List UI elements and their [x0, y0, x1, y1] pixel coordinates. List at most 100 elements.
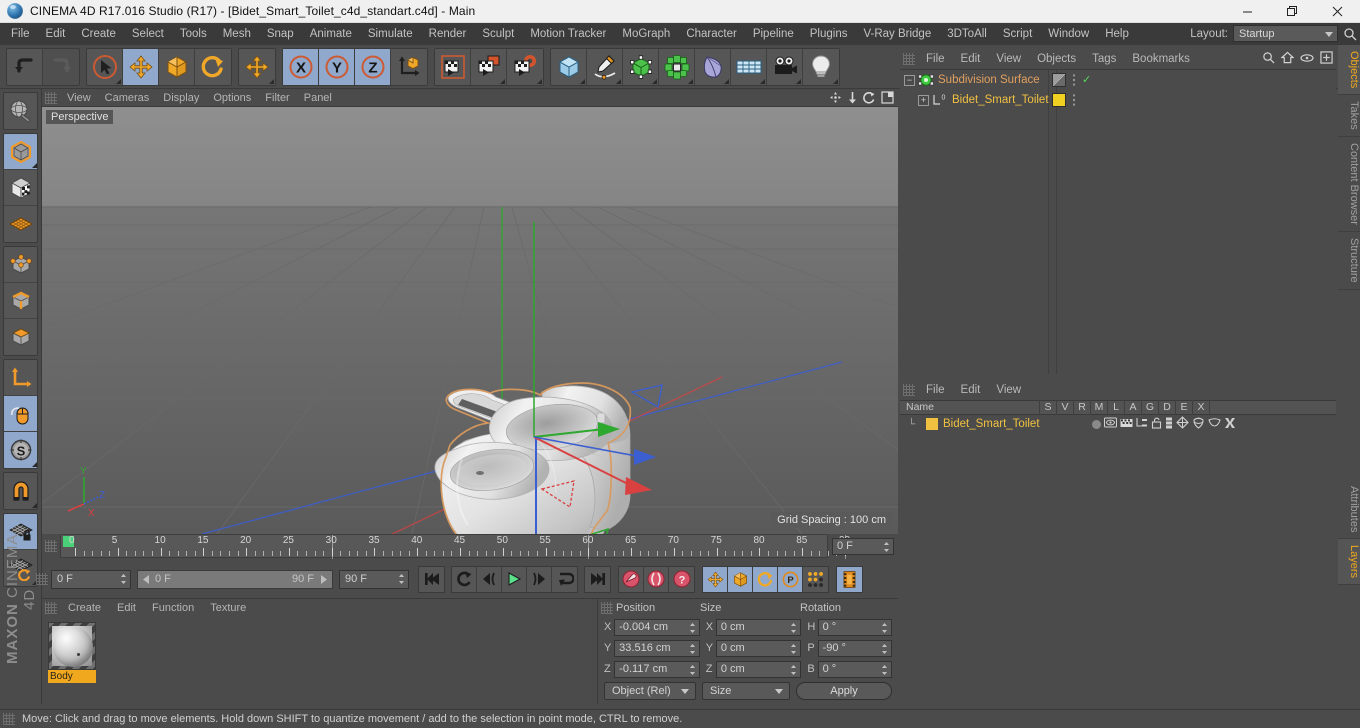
move-tool-button[interactable]	[123, 48, 159, 85]
spinner-icon[interactable]	[398, 573, 405, 585]
rotate-view-icon[interactable]	[863, 91, 876, 107]
spinner-icon[interactable]	[881, 622, 888, 634]
menu-item-snap[interactable]: Snap	[259, 23, 302, 45]
vtab-objects[interactable]: Objects	[1338, 45, 1360, 96]
vtab-layers[interactable]: Layers	[1338, 539, 1360, 586]
range-left-arrow-icon[interactable]	[141, 574, 152, 585]
position-input[interactable]: 33.516 cm	[614, 639, 700, 657]
size-input[interactable]: 0 cm	[715, 618, 802, 636]
coord-size-dropdown[interactable]: Size	[702, 682, 790, 700]
panel-grip-icon[interactable]	[45, 602, 57, 614]
viewport-menu-cameras[interactable]: Cameras	[98, 89, 157, 107]
render-settings-button[interactable]	[507, 48, 543, 85]
plus-box-icon[interactable]	[1320, 51, 1333, 67]
make-editable-button[interactable]	[4, 93, 37, 129]
menu-item-sculpt[interactable]: Sculpt	[474, 23, 522, 45]
object-name[interactable]: Bidet_Smart_Toilet	[952, 94, 1049, 106]
enabled-check-icon[interactable]: ✓	[1082, 74, 1091, 86]
minimize-button[interactable]	[1225, 0, 1270, 23]
select-tool-button[interactable]	[87, 48, 123, 85]
menu-item-file[interactable]: File	[3, 23, 38, 45]
play-loop-button[interactable]	[552, 566, 577, 592]
panel-grip-icon[interactable]	[3, 713, 15, 725]
tree-expand-toggle[interactable]: −	[904, 74, 915, 86]
tree-expand-toggle[interactable]: +	[918, 94, 929, 106]
render-view-button[interactable]	[435, 48, 471, 85]
material-menu-function[interactable]: Function	[144, 599, 202, 617]
layer-column-x[interactable]: X	[1193, 400, 1210, 415]
layer-column-m[interactable]: M	[1091, 400, 1108, 415]
spinner-icon[interactable]	[689, 664, 696, 676]
lock-icon[interactable]	[1151, 417, 1162, 432]
object-tree-row[interactable]: − Subdivision Surface ✓	[900, 70, 1336, 90]
primitive-cube-button[interactable]	[551, 48, 587, 85]
layer-menu-edit[interactable]: Edit	[953, 380, 989, 400]
panel-grip-icon[interactable]	[903, 53, 915, 65]
light-button[interactable]	[803, 48, 839, 85]
material-preview[interactable]	[48, 622, 96, 670]
workplane-button[interactable]	[4, 473, 37, 509]
visibility-dots-icon[interactable]	[1069, 93, 1079, 107]
menu-item-motion-tracker[interactable]: Motion Tracker	[522, 23, 614, 45]
current-frame-input[interactable]: 0 F	[51, 569, 131, 589]
range-right-arrow-icon[interactable]	[318, 574, 329, 585]
animation-icon[interactable]	[1165, 417, 1173, 432]
timeline-frame-field[interactable]: 0 F	[832, 537, 894, 555]
deformer-button[interactable]	[695, 48, 731, 85]
model-mode-button[interactable]	[4, 134, 37, 170]
menu-item-animate[interactable]: Animate	[302, 23, 360, 45]
key-rotation-button[interactable]	[753, 566, 778, 592]
object-menu-file[interactable]: File	[918, 49, 953, 69]
step-forward-button[interactable]	[527, 566, 552, 592]
lock-y-button[interactable]: Y	[319, 48, 355, 85]
subdivision-surface-icon[interactable]	[918, 73, 934, 87]
layer-column-e[interactable]: E	[1176, 400, 1193, 415]
eye-icon[interactable]	[1300, 53, 1314, 66]
xpresso-icon[interactable]	[1224, 417, 1236, 432]
viewport-3d[interactable]: Perspective Grid Spacing : 100 cm Y X Z	[42, 107, 898, 534]
home-icon[interactable]	[1280, 51, 1295, 67]
viewport-solo-button[interactable]	[4, 396, 37, 432]
object-menu-bookmarks[interactable]: Bookmarks	[1124, 49, 1198, 69]
vtab-structure[interactable]: Structure	[1338, 231, 1360, 290]
layer-color-swatch[interactable]	[926, 418, 938, 430]
spinner-icon[interactable]	[689, 643, 696, 655]
menu-item-3dtoall[interactable]: 3DToAll	[939, 23, 995, 45]
object-tag-icon[interactable]	[1052, 73, 1066, 87]
menu-item-plugins[interactable]: Plugins	[802, 23, 856, 45]
key-scale-button[interactable]	[728, 566, 753, 592]
material-menu-texture[interactable]: Texture	[202, 599, 254, 617]
spinner-icon[interactable]	[883, 541, 890, 553]
layer-column-d[interactable]: D	[1159, 400, 1176, 415]
render-icon[interactable]	[1120, 417, 1133, 431]
spinner-icon[interactable]	[790, 664, 797, 676]
size-input[interactable]: 0 cm	[715, 660, 802, 678]
vtab-content-browser[interactable]: Content Browser	[1338, 137, 1360, 232]
playback-range-slider[interactable]: 0 F 90 F	[137, 569, 333, 589]
layer-row[interactable]: └ Bidet_Smart_Toilet	[900, 415, 1336, 433]
menu-item-select[interactable]: Select	[124, 23, 172, 45]
mograph-button[interactable]	[659, 48, 695, 85]
layer-column-v[interactable]: V	[1057, 400, 1074, 415]
redo-button[interactable]	[43, 48, 79, 85]
generator-button[interactable]	[623, 48, 659, 85]
uv-mesh-button[interactable]	[4, 206, 37, 242]
play-button[interactable]	[502, 566, 527, 592]
move-view-icon[interactable]	[829, 91, 842, 107]
vtab-attributes[interactable]: Attributes	[1338, 479, 1360, 540]
polygons-mode-button[interactable]	[4, 319, 37, 355]
timeline-ruler[interactable]: 051015202530354045505560657075808590	[60, 534, 850, 559]
solo-dot-icon[interactable]	[1092, 419, 1101, 429]
spinner-icon[interactable]	[120, 573, 127, 585]
spline-pen-button[interactable]	[587, 48, 623, 85]
points-mode-button[interactable]	[4, 247, 37, 283]
lock-x-button[interactable]: X	[283, 48, 319, 85]
object-menu-view[interactable]: View	[988, 49, 1029, 69]
object-menu-objects[interactable]: Objects	[1029, 49, 1084, 69]
size-input[interactable]: 0 cm	[715, 639, 802, 657]
viewport-menu-filter[interactable]: Filter	[258, 89, 296, 107]
maximize-view-icon[interactable]	[881, 91, 894, 107]
rotation-input[interactable]: 0 °	[817, 618, 893, 636]
vtab-takes[interactable]: Takes	[1338, 95, 1360, 138]
lock-z-button[interactable]: Z	[355, 48, 391, 85]
